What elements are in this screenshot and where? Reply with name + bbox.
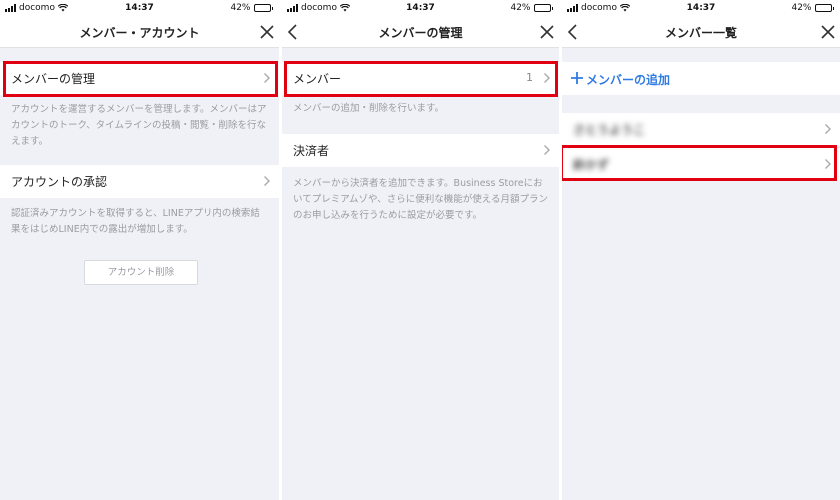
members-label: メンバー <box>293 72 342 86</box>
payer-description: メンバーから決済者を追加できます。Business Storeにおいてプレミアム… <box>293 178 548 221</box>
add-member-label: メンバーの追加 <box>586 73 671 87</box>
screen-member-management: docomo 14:37 42% メンバーの管理 メンバー 1 メンバーの追加・… <box>282 0 559 500</box>
account-approval-description: 認証済みアカウントを取得すると、LINEアプリ内の検索結果をはじめLINE内での… <box>11 208 260 235</box>
battery-icon <box>253 4 273 12</box>
plus-icon <box>571 72 583 84</box>
member-list-item[interactable]: 鈴かず <box>562 147 840 180</box>
member-management-description: アカウントを運営するメンバーを管理します。メンバーはアカウントのトーク、タイムラ… <box>11 104 267 147</box>
member-list-item[interactable]: さとうようこ <box>562 113 840 146</box>
close-icon[interactable] <box>818 22 838 42</box>
screen-member-list: docomo 14:37 42% メンバー一覧 メンバーの追加 さとうようこ 鈴… <box>562 0 840 500</box>
close-icon[interactable] <box>537 22 557 42</box>
chevron-right-icon <box>264 73 270 83</box>
screen-member-account: docomo 14:37 42% メンバー・アカウント メンバーの管理 アカウン… <box>0 0 279 500</box>
delete-account-button[interactable]: アカウント削除 <box>84 260 198 285</box>
chevron-right-icon <box>825 159 831 169</box>
page-title: メンバー・アカウント <box>79 26 200 40</box>
close-icon[interactable] <box>257 22 277 42</box>
account-approval-row[interactable]: アカウントの承認 <box>0 165 279 198</box>
member-management-row[interactable]: メンバーの管理 <box>0 62 279 95</box>
nav-bar: メンバー・アカウント <box>0 16 279 48</box>
battery-percent: 42% <box>791 3 812 13</box>
chevron-right-icon <box>264 176 270 186</box>
chevron-right-icon <box>544 73 550 83</box>
add-member-row[interactable]: メンバーの追加 <box>562 62 840 95</box>
battery-percent: 42% <box>230 3 251 13</box>
status-bar: docomo 14:37 42% <box>562 0 840 16</box>
page-title: メンバーの管理 <box>378 26 463 40</box>
member-name: さとうようこ <box>573 123 646 137</box>
members-description: メンバーの追加・削除を行います。 <box>293 103 445 114</box>
member-name: 鈴かず <box>573 158 610 172</box>
chevron-right-icon <box>544 145 550 155</box>
battery-icon <box>533 4 553 12</box>
member-management-label: メンバーの管理 <box>11 72 96 86</box>
battery-icon <box>814 4 834 12</box>
nav-bar: メンバー一覧 <box>562 16 840 48</box>
payer-row[interactable]: 決済者 <box>282 134 559 167</box>
nav-bar: メンバーの管理 <box>282 16 559 48</box>
payer-label: 決済者 <box>293 144 330 158</box>
members-row[interactable]: メンバー 1 <box>282 62 559 95</box>
status-bar: docomo 14:37 42% <box>282 0 559 16</box>
members-count: 1 <box>526 71 533 84</box>
account-approval-label: アカウントの承認 <box>11 175 108 189</box>
chevron-right-icon <box>825 124 831 134</box>
battery-percent: 42% <box>510 3 531 13</box>
status-bar: docomo 14:37 42% <box>0 0 279 16</box>
page-title: メンバー一覧 <box>664 26 737 40</box>
